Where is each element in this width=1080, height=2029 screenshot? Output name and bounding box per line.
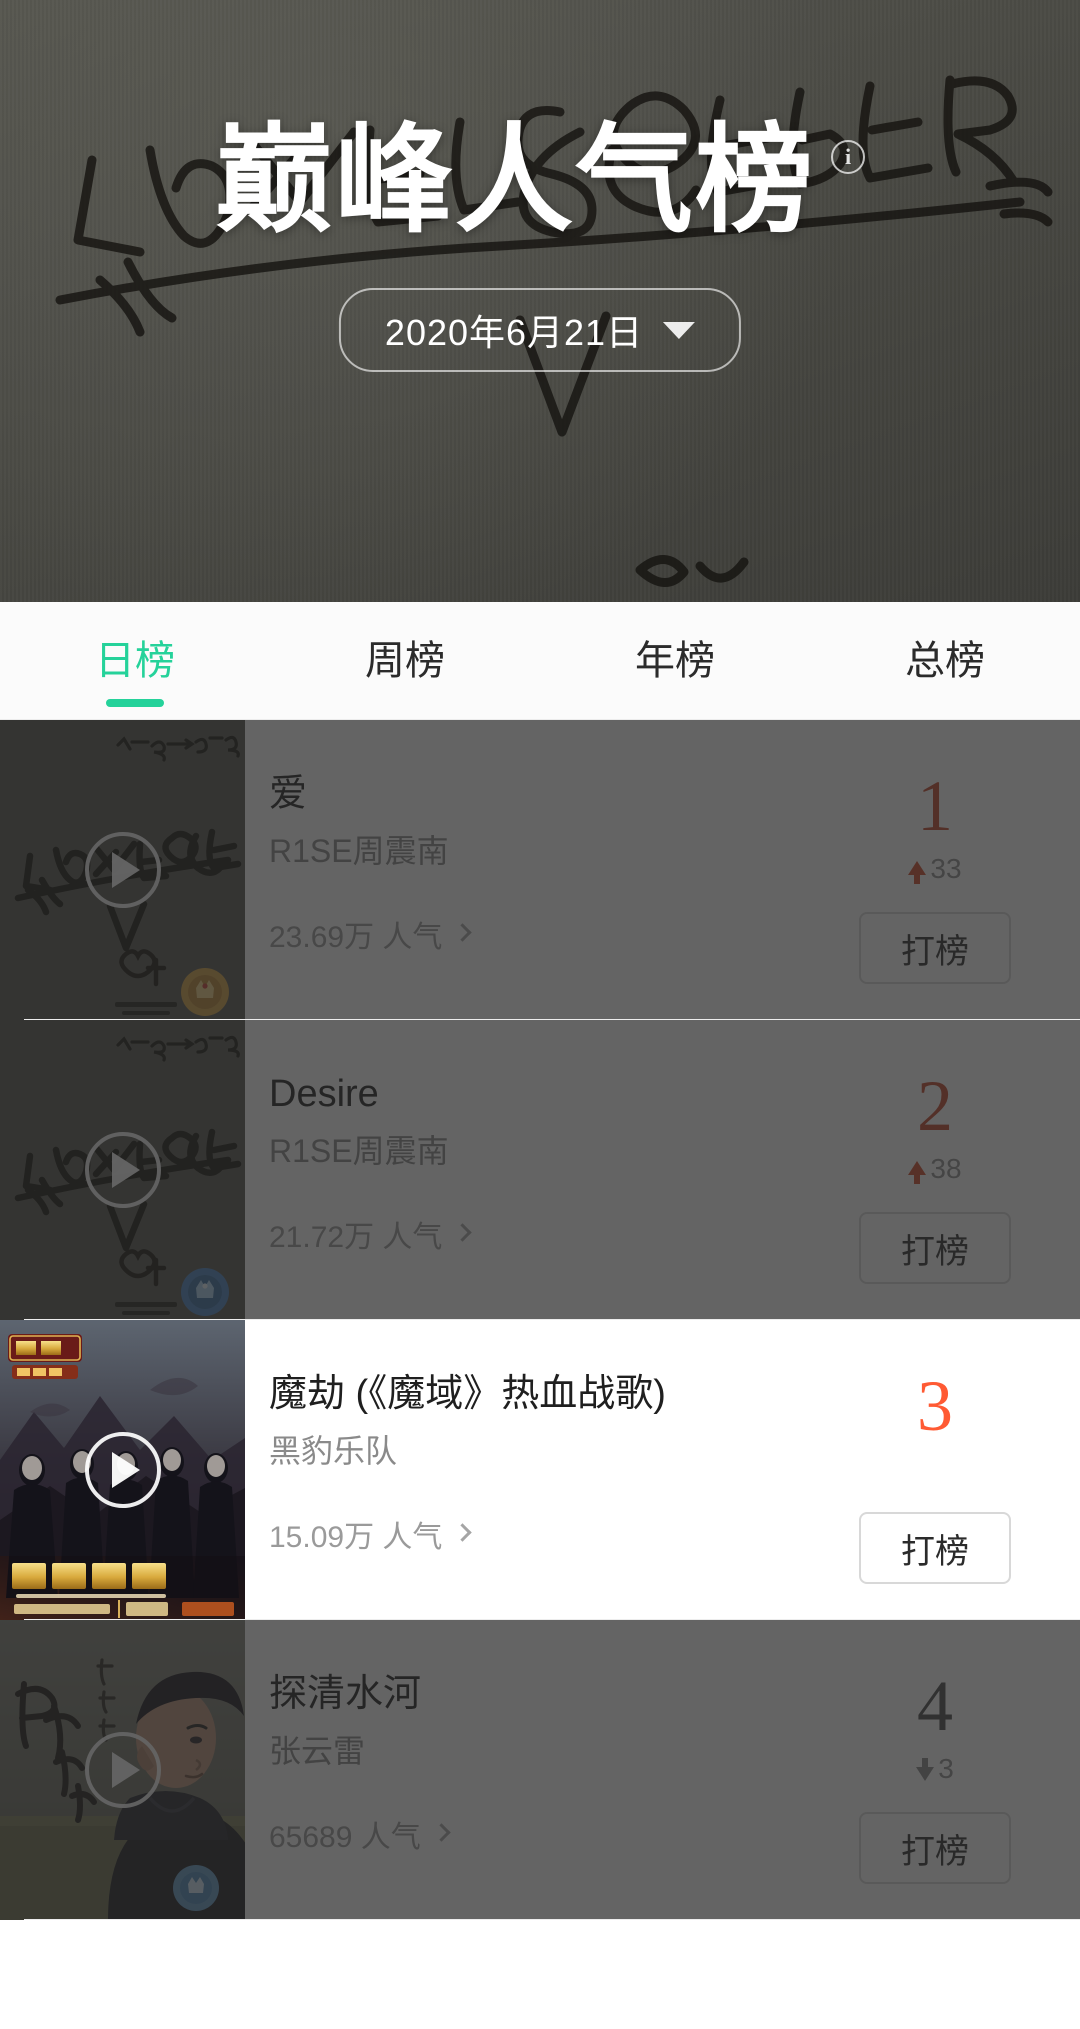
popularity-link[interactable]: 21.72万 人气 xyxy=(269,1212,830,1256)
table-row[interactable]: 探清水河 张云雷 65689 人气 4 3 打榜 xyxy=(0,1620,1080,1920)
chevron-down-icon xyxy=(663,322,695,339)
song-artist: R1SE周震南 xyxy=(269,832,830,870)
play-icon[interactable] xyxy=(85,832,161,908)
row-body: 爱 R1SE周震南 23.69万 人气 1 33 打榜 xyxy=(245,720,1080,1020)
popularity-value: 21.72万 人气 xyxy=(269,1212,442,1256)
rank-delta-value: 3 xyxy=(938,1753,954,1785)
song-title: 探清水河 xyxy=(269,1672,830,1718)
rank-period-tabs: 日榜 周榜 年榜 总榜 xyxy=(0,602,1080,720)
song-artist: 黑豹乐队 xyxy=(269,1432,830,1470)
rank-delta-value: 38 xyxy=(930,1153,961,1185)
hero-title-row: 巅峰人气榜 i xyxy=(0,118,1080,245)
row-body: 魔劫 (《魔域》热血战歌) 黑豹乐队 15.09万 人气 3 打榜 xyxy=(245,1320,1080,1620)
table-row[interactable]: 魔劫 (《魔域》热血战歌) 黑豹乐队 15.09万 人气 3 打榜 xyxy=(0,1320,1080,1620)
arrow-up-icon xyxy=(908,1161,926,1175)
rank-number: 1 xyxy=(917,772,953,840)
chevron-right-icon xyxy=(454,1524,472,1542)
popularity-chart-page: 巅峰人气榜 i 2020年6月21日 日榜 周榜 年榜 总榜 xyxy=(0,0,1080,2029)
popularity-value: 15.09万 人气 xyxy=(269,1512,442,1556)
chevron-right-icon xyxy=(454,924,472,942)
row-info: 探清水河 张云雷 65689 人气 xyxy=(269,1672,830,1920)
row-rank-area: 1 33 打榜 xyxy=(830,772,1040,1020)
arrow-down-icon xyxy=(916,1767,934,1781)
rank-number: 4 xyxy=(917,1672,953,1740)
row-divider xyxy=(24,1319,1080,1320)
table-row[interactable]: 爱 R1SE周震南 23.69万 人气 1 33 打榜 xyxy=(0,720,1080,1020)
rank-delta: 33 xyxy=(908,852,961,886)
row-info: 魔劫 (《魔域》热血战歌) 黑豹乐队 15.09万 人气 xyxy=(269,1372,830,1620)
arrow-up-icon xyxy=(908,861,926,875)
chevron-right-icon xyxy=(432,1824,450,1842)
page-title: 巅峰人气榜 xyxy=(215,118,815,245)
row-info: 爱 R1SE周震南 23.69万 人气 xyxy=(269,772,830,1020)
tab-weekly-label: 周榜 xyxy=(365,641,445,681)
tab-yearly[interactable]: 年榜 xyxy=(540,602,810,719)
rank-delta: 38 xyxy=(908,1152,961,1186)
tab-daily-label: 日榜 xyxy=(95,641,175,681)
tab-yearly-label: 年榜 xyxy=(635,641,715,681)
ranking-list: 爱 R1SE周震南 23.69万 人气 1 33 打榜 xyxy=(0,720,1080,1920)
vote-button[interactable]: 打榜 xyxy=(859,912,1011,984)
song-artist: 张云雷 xyxy=(269,1732,830,1770)
play-icon[interactable] xyxy=(85,1732,161,1808)
rank-delta-value: 33 xyxy=(930,853,961,885)
info-icon[interactable]: i xyxy=(831,140,865,174)
popularity-link[interactable]: 15.09万 人气 xyxy=(269,1512,830,1556)
tab-overall[interactable]: 总榜 xyxy=(810,602,1080,719)
row-rank-area: 3 打榜 xyxy=(830,1372,1040,1620)
rank-number: 3 xyxy=(917,1372,953,1440)
row-info: Desire R1SE周震南 21.72万 人气 xyxy=(269,1072,830,1320)
vote-button[interactable]: 打榜 xyxy=(859,1512,1011,1584)
album-art-love-desire-2[interactable] xyxy=(0,1020,245,1320)
vote-button[interactable]: 打榜 xyxy=(859,1812,1011,1884)
hero-header: 巅峰人气榜 i 2020年6月21日 xyxy=(0,0,1080,602)
row-body: 探清水河 张云雷 65689 人气 4 3 打榜 xyxy=(245,1620,1080,1920)
rank-delta: 3 xyxy=(916,1752,954,1786)
tab-daily[interactable]: 日榜 xyxy=(0,602,270,719)
play-icon[interactable] xyxy=(85,1432,161,1508)
row-body: Desire R1SE周震南 21.72万 人气 2 38 打榜 xyxy=(245,1020,1080,1320)
table-row[interactable]: Desire R1SE周震南 21.72万 人气 2 38 打榜 xyxy=(0,1020,1080,1320)
album-art-mojie[interactable] xyxy=(0,1320,245,1620)
row-rank-area: 4 3 打榜 xyxy=(830,1672,1040,1920)
album-art-love-desire[interactable] xyxy=(0,720,245,1020)
popularity-link[interactable]: 23.69万 人气 xyxy=(269,912,830,956)
row-divider xyxy=(24,1919,1080,1920)
row-divider xyxy=(24,1619,1080,1620)
song-title: 魔劫 (《魔域》热血战歌) xyxy=(269,1372,830,1418)
tab-weekly[interactable]: 周榜 xyxy=(270,602,540,719)
song-artist: R1SE周震南 xyxy=(269,1132,830,1170)
song-title: Desire xyxy=(269,1072,830,1118)
rank-number: 2 xyxy=(917,1072,953,1140)
popularity-value: 23.69万 人气 xyxy=(269,912,442,956)
popularity-link[interactable]: 65689 人气 xyxy=(269,1812,830,1856)
tab-overall-label: 总榜 xyxy=(905,641,985,681)
row-rank-area: 2 38 打榜 xyxy=(830,1072,1040,1320)
date-selector-label: 2020年6月21日 xyxy=(385,304,643,356)
row-divider xyxy=(24,1019,1080,1020)
date-selector[interactable]: 2020年6月21日 xyxy=(339,288,741,372)
play-icon[interactable] xyxy=(85,1132,161,1208)
popularity-value: 65689 人气 xyxy=(269,1812,421,1856)
chevron-right-icon xyxy=(454,1224,472,1242)
tab-active-underline xyxy=(106,699,164,707)
album-art-tanqingshuihe[interactable] xyxy=(0,1620,245,1920)
song-title: 爱 xyxy=(269,772,830,818)
vote-button[interactable]: 打榜 xyxy=(859,1212,1011,1284)
